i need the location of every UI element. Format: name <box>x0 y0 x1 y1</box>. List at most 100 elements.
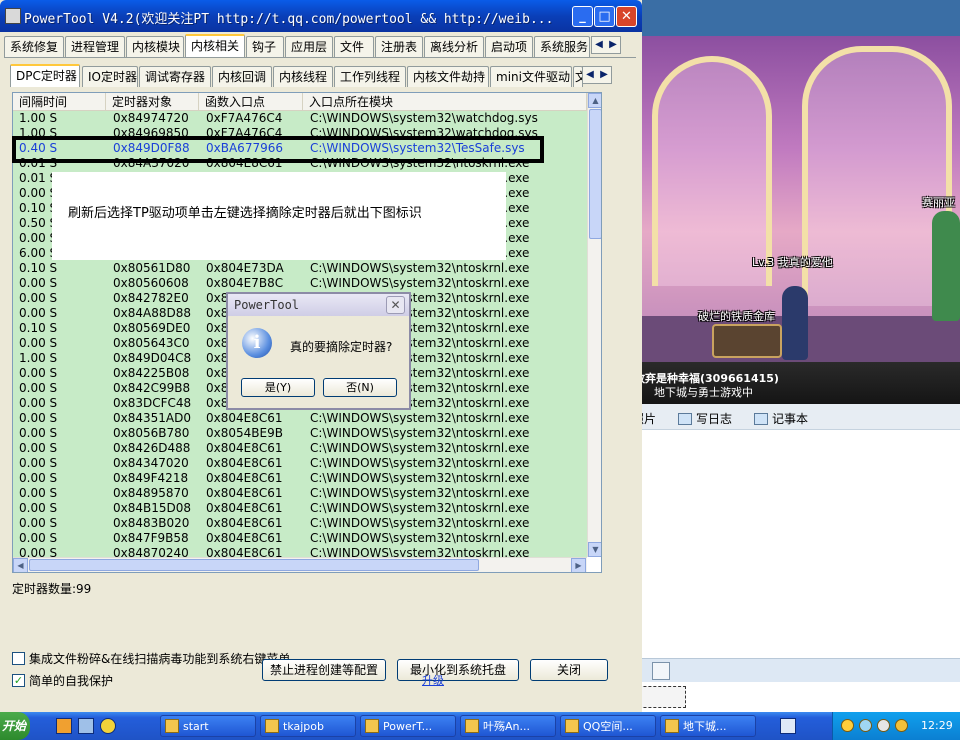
column-header-module[interactable]: 入口点所在模块 <box>303 93 587 111</box>
cell-module: C:\WINDOWS\system32\watchdog.sys <box>310 111 538 125</box>
table-row[interactable]: 0.00 S 0x84B15D08 0x804E8C61 C:\WINDOWS\sys… <box>13 501 587 516</box>
scroll-down-icon[interactable]: ▼ <box>588 542 601 557</box>
table-row[interactable]: 0.00 S 0x847F9B58 0x804E8C61 C:\WINDOWS\sys… <box>13 531 587 546</box>
close-window-button[interactable]: ✕ <box>616 6 637 27</box>
close-button[interactable]: 关闭 <box>530 659 608 681</box>
task-button[interactable]: tkajpob <box>260 715 356 737</box>
minimize-button[interactable]: _ <box>572 6 593 27</box>
qq-tab-blog[interactable]: 写日志 <box>678 410 732 427</box>
vertical-scroll-thumb[interactable] <box>589 109 601 239</box>
minimize-to-tray-button[interactable]: 最小化到系统托盘 <box>397 659 519 681</box>
tab-registry[interactable]: 注册表 <box>375 36 423 57</box>
tab-app-layer[interactable]: 应用层 <box>285 36 333 57</box>
horizontal-scrollbar[interactable]: ◀ ▶ <box>13 557 587 572</box>
cell-timer-object: 0x84A37020 <box>113 156 190 170</box>
table-row[interactable]: 0.00 S 0x80560608 0x804E7B8C C:\WINDOWS\sys… <box>13 276 587 291</box>
clock[interactable]: 12:29 <box>921 719 953 732</box>
task-button[interactable]: PowerT... <box>360 715 456 737</box>
tab-files[interactable]: 文件 <box>334 36 374 57</box>
column-header-timer-object[interactable]: 定时器对象 <box>106 93 199 111</box>
security-icon[interactable] <box>895 719 908 732</box>
table-row[interactable]: 0.00 S 0x8483B020 0x804E8C61 C:\WINDOWS\sys… <box>13 516 587 531</box>
forbid-process-button[interactable]: 禁止进程创建等配置 <box>262 659 386 681</box>
screenshot-icon[interactable] <box>652 662 670 680</box>
volume-icon[interactable] <box>877 719 890 732</box>
start-button[interactable]: 开始 <box>0 712 30 740</box>
tab-startup[interactable]: 启动项 <box>485 36 533 57</box>
table-row[interactable]: 0.00 S 0x8056B780 0x8054BE9B C:\WINDOWS\sys… <box>13 426 587 441</box>
cell-entry-point: 0x8054BE9B <box>206 426 283 440</box>
task-button[interactable]: 叶殇An... <box>460 715 556 737</box>
table-row[interactable]: 0.10 S 0x80561D80 0x804E73DA C:\WINDOWS\sys… <box>13 261 587 276</box>
subtab-minifilter[interactable]: mini文件驱动 <box>490 66 572 87</box>
table-row[interactable]: 1.00 S 0x84974720 0xF7A476C4 C:\WINDOWS\sys… <box>13 111 587 126</box>
qq-penguin-icon[interactable] <box>100 718 116 734</box>
game-viewport[interactable]: Lv.3 我真的爱他 破烂的铁质金库 赛丽亚 <box>642 36 960 362</box>
network-icon[interactable] <box>859 719 872 732</box>
tab-kernel-modules[interactable]: 内核模块 <box>126 36 184 57</box>
chevron-left-icon[interactable]: ◀ <box>583 67 597 83</box>
subtab-dpc-timer[interactable]: DPC定时器 <box>10 64 80 87</box>
subtab-debug-registers[interactable]: 调试寄存器 <box>139 66 211 87</box>
table-row[interactable]: 0.00 S 0x849F4218 0x804E8C61 C:\WINDOWS\sys… <box>13 471 587 486</box>
qq-tray-icon[interactable] <box>841 719 854 732</box>
tab-offline[interactable]: 离线分析 <box>424 36 484 57</box>
table-row[interactable]: 0.00 S 0x84347020 0x804E8C61 C:\WINDOWS\sys… <box>13 456 587 471</box>
tab-system-repair[interactable]: 系统修复 <box>4 36 64 57</box>
taskbar-menu-icon[interactable] <box>780 718 796 734</box>
table-row[interactable]: 0.00 S 0x84895870 0x804E8C61 C:\WINDOWS\sys… <box>13 486 587 501</box>
yes-button[interactable]: 是(Y) <box>241 378 315 397</box>
subtab-io-timer[interactable]: IO定时器 <box>82 66 138 87</box>
no-button[interactable]: 否(N) <box>323 378 397 397</box>
chevron-right-icon[interactable]: ▶ <box>606 37 620 53</box>
cell-interval: 0.00 S <box>19 411 58 425</box>
game-character-player[interactable] <box>782 286 808 360</box>
scroll-up-icon[interactable]: ▲ <box>588 93 601 108</box>
column-header-entry-point[interactable]: 函数入口点 <box>199 93 303 111</box>
cell-timer-object: 0x83DCFC48 <box>113 396 192 410</box>
tab-hooks[interactable]: 钩子 <box>246 36 284 57</box>
task-button[interactable]: start <box>160 715 256 737</box>
game-character-npc[interactable] <box>932 211 960 321</box>
chevron-right-icon[interactable]: ▶ <box>597 67 611 83</box>
integrate-menu-option[interactable]: 集成文件粉碎&在线扫描病毒功能到系统右键菜单 <box>12 650 290 667</box>
self-protect-option[interactable]: ✓ 简单的自我保护 <box>12 672 113 689</box>
dialog-close-button[interactable]: ✕ <box>386 296 405 314</box>
dialog-title-bar[interactable]: PowerTool ✕ <box>228 294 409 316</box>
task-button[interactable]: 地下城... <box>660 715 756 737</box>
cell-module: C:\WINDOWS\system32\ntoskrnl.exe <box>310 261 530 275</box>
vertical-scrollbar[interactable]: ▲ ▼ <box>587 93 601 557</box>
table-row-selected[interactable]: 0.40 S 0x849D0F88 0xBA677966 C:\WINDOWS\sys… <box>13 141 587 156</box>
scroll-left-icon[interactable]: ◀ <box>13 558 28 572</box>
tab-kernel-related[interactable]: 内核相关 <box>185 34 245 57</box>
subtab-kernel-file-hijack[interactable]: 内核文件劫持 <box>407 66 489 87</box>
cell-module: C:\WINDOWS\system32\ntoskrnl.exe <box>310 441 530 455</box>
quicklaunch-icon[interactable] <box>56 718 72 734</box>
table-row[interactable]: 0.01 S 0x84A37020 0x804E8C61 C:\WINDOWS\sys… <box>13 156 587 171</box>
qq-tab-notes[interactable]: 记事本 <box>754 410 808 427</box>
scroll-right-icon[interactable]: ▶ <box>571 558 586 572</box>
subtab-work-threads[interactable]: 工作列线程 <box>334 66 406 87</box>
chevron-left-icon[interactable]: ◀ <box>592 37 606 53</box>
table-row[interactable]: 0.00 S 0x84351AD0 0x804E8C61 C:\WINDOWS\sys… <box>13 411 587 426</box>
horizontal-scroll-thumb[interactable] <box>29 559 479 571</box>
qq-toolbar <box>588 658 960 682</box>
subtab-kernel-threads[interactable]: 内核线程 <box>273 66 333 87</box>
cell-module: C:\WINDOWS\system32\ntoskrnl.exe <box>310 456 530 470</box>
tab-process[interactable]: 进程管理 <box>65 36 125 57</box>
integrate-checkbox[interactable] <box>12 652 25 665</box>
quicklaunch-icon[interactable] <box>78 718 94 734</box>
task-button[interactable]: QQ空间... <box>560 715 656 737</box>
table-row[interactable]: 0.00 S 0x8426D488 0x804E8C61 C:\WINDOWS\sys… <box>13 441 587 456</box>
subtab-kernel-callbacks[interactable]: 内核回调 <box>212 66 272 87</box>
game-chest[interactable] <box>712 324 782 358</box>
title-bar[interactable]: PowerTool V4.2(欢迎关注PT http://t.qq.com/po… <box>0 0 642 32</box>
cell-interval: 0.00 S <box>19 456 58 470</box>
upgrade-link[interactable]: 升级 <box>422 672 444 688</box>
table-row[interactable]: 1.00 S 0x84969850 0xF7A476C4 C:\WINDOWS\sys… <box>13 126 587 141</box>
column-header-interval[interactable]: 间隔时间 <box>13 93 106 111</box>
maximize-button[interactable]: □ <box>594 6 615 27</box>
table-row[interactable]: 0.00 S 0x84870240 0x804E8C61 C:\WINDOWS\sys… <box>13 546 587 557</box>
self-protect-checkbox[interactable]: ✓ <box>12 674 25 687</box>
tab-services[interactable]: 系统服务 <box>534 36 590 57</box>
